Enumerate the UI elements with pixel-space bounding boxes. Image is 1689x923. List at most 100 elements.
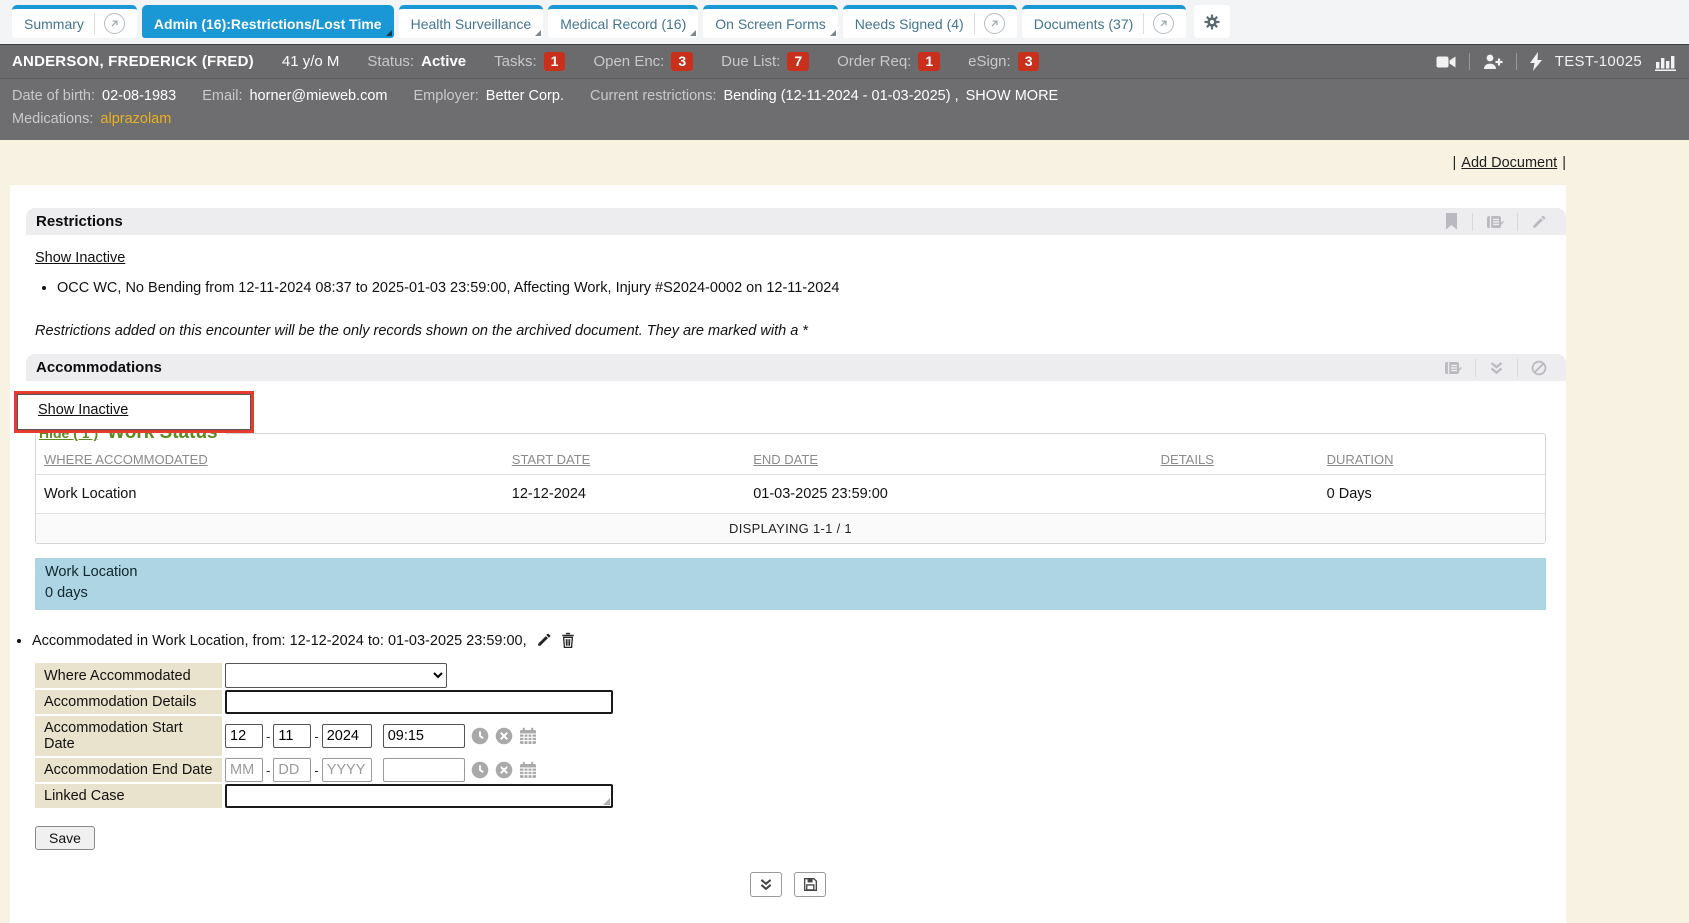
show-more-link[interactable]: SHOW MORE [966, 85, 1059, 108]
tab-medical-record[interactable]: Medical Record (16) [548, 5, 698, 38]
cell-details [1153, 475, 1319, 514]
open-enc-badge[interactable]: 3 [671, 52, 693, 71]
journal-icon[interactable] [1431, 360, 1475, 376]
end-year-input[interactable] [322, 758, 372, 782]
accommodation-details-label: Accommodation Details [35, 690, 222, 714]
tab-label: Summary [24, 16, 84, 32]
save-button[interactable]: Save [35, 826, 95, 850]
pencil-icon[interactable] [1518, 214, 1560, 230]
end-day-input[interactable] [273, 758, 311, 782]
patient-name: ANDERSON, FREDERICK (FRED) [12, 53, 254, 70]
accommodations-table: WHERE ACCOMMODATED START DATE END DATE D… [36, 444, 1545, 543]
patient-header: ANDERSON, FREDERICK (FRED) 41 y/o M Stat… [0, 44, 1689, 78]
start-time-input[interactable] [383, 724, 465, 748]
bottom-toolbar [10, 872, 1566, 897]
accommodations-show-inactive-link[interactable]: Show Inactive [38, 402, 128, 418]
end-time-input[interactable] [383, 758, 465, 782]
employer-field: Employer: Better Corp. [414, 85, 564, 108]
patient-info-line-2: Medications: alprazolam [12, 108, 1677, 131]
start-month-input[interactable] [225, 724, 263, 748]
add-document-link[interactable]: Add Document [1461, 155, 1557, 171]
start-date-controls: - - [225, 716, 537, 756]
edit-pencil-icon[interactable] [536, 632, 552, 648]
col-details[interactable]: DETAILS [1153, 444, 1319, 475]
calendar-icon[interactable] [519, 727, 537, 745]
tab-label: Needs Signed (4) [855, 16, 964, 32]
cell-start: 12-12-2024 [504, 475, 745, 514]
person-add-icon[interactable] [1483, 53, 1503, 70]
end-date-label: Accommodation End Date [35, 758, 222, 782]
patient-age-sex: 41 y/o M [282, 53, 340, 70]
order-req-badge[interactable]: 1 [918, 52, 940, 71]
where-accommodated-select[interactable] [225, 663, 447, 688]
dob-field: Date of birth: 02-08-1983 [12, 85, 176, 108]
annotation-highlight-box: Show Inactive [14, 391, 254, 433]
chevron-double-down-icon[interactable] [1476, 361, 1517, 375]
clear-circle-icon[interactable] [495, 761, 513, 779]
table-paging-status: DISPLAYING 1-1 / 1 [36, 514, 1545, 544]
restrictions-title: Restrictions [36, 213, 123, 230]
esign-badge[interactable]: 3 [1018, 52, 1040, 71]
where-accommodated-row: Where Accommodated [35, 663, 1566, 688]
tab-documents[interactable]: Documents (37) [1022, 5, 1187, 38]
where-accommodated-label: Where Accommodated [35, 663, 222, 688]
lightning-icon[interactable] [1530, 52, 1542, 71]
tab-label: Admin (16):Restrictions/Lost Time [154, 16, 382, 32]
bookmark-icon[interactable] [1431, 213, 1472, 230]
calendar-icon[interactable] [519, 761, 537, 779]
end-month-input[interactable] [225, 758, 263, 782]
tab-health-surveillance[interactable]: Health Surveillance [399, 5, 544, 38]
employer-value: Better Corp. [486, 85, 564, 108]
tab-needs-signed[interactable]: Needs Signed (4) [843, 5, 1017, 38]
tab-needs-signed-popout[interactable] [974, 13, 1005, 34]
tab-admin-restrictions[interactable]: Admin (16):Restrictions/Lost Time [142, 5, 394, 38]
patient-status: Status: Active [367, 53, 466, 70]
tab-summary[interactable]: Summary [12, 5, 137, 38]
end-date-controls: - - [225, 758, 537, 782]
content-card: Restrictions Show Inactive OCC WC, No Be… [10, 185, 1566, 923]
tab-bar: Summary Admin (16):Restrictions/Lost Tim… [0, 0, 1689, 44]
start-day-input[interactable] [273, 724, 311, 748]
video-camera-icon[interactable] [1436, 54, 1456, 70]
table-row[interactable]: Work Location 12-12-2024 01-03-2025 23:5… [36, 475, 1545, 514]
cell-end: 01-03-2025 23:59:00 [745, 475, 1152, 514]
clear-circle-icon[interactable] [495, 727, 513, 745]
trash-icon[interactable] [561, 632, 575, 648]
chevron-double-down-icon [759, 878, 773, 891]
counter-due-list: Due List: 7 [721, 52, 809, 71]
col-where-accommodated[interactable]: WHERE ACCOMMODATED [36, 444, 504, 475]
annotation-inner-border: Show Inactive [17, 394, 251, 430]
counter-open-enc: Open Enc: 3 [593, 52, 693, 71]
restrictions-section-header: Restrictions [26, 208, 1566, 235]
save-all-button[interactable] [794, 872, 826, 897]
col-start-date[interactable]: START DATE [504, 444, 745, 475]
medication-link[interactable]: alprazolam [100, 108, 171, 131]
tasks-badge[interactable]: 1 [544, 52, 566, 71]
block-icon[interactable] [1518, 360, 1560, 376]
work-status-group: Hide ( 1 ) Work Status WHERE ACCOMMODATE… [35, 422, 1546, 544]
journal-icon[interactable] [1473, 214, 1517, 230]
save-disk-icon [803, 877, 818, 892]
col-end-date[interactable]: END DATE [745, 444, 1152, 475]
counter-esign: eSign: 3 [968, 52, 1039, 71]
tab-summary-popout[interactable] [94, 13, 125, 34]
clock-icon[interactable] [471, 761, 489, 779]
clock-icon[interactable] [471, 727, 489, 745]
pipe-separator: | [1453, 155, 1457, 171]
tab-on-screen-forms[interactable]: On Screen Forms [703, 5, 837, 38]
bar-chart-icon[interactable] [1655, 53, 1677, 71]
counter-tasks: Tasks: 1 [494, 52, 565, 71]
linked-case-input[interactable] [225, 784, 613, 808]
accommodation-details-input[interactable] [225, 690, 613, 714]
col-duration[interactable]: DURATION [1319, 444, 1545, 475]
start-year-input[interactable] [322, 724, 372, 748]
restrictions-show-inactive-link[interactable]: Show Inactive [35, 250, 125, 266]
expand-all-button[interactable] [750, 872, 782, 897]
gear-icon [1203, 13, 1221, 31]
tab-documents-popout[interactable] [1143, 13, 1174, 34]
settings-button[interactable] [1194, 5, 1230, 38]
due-list-badge[interactable]: 7 [787, 52, 809, 71]
start-date-label: Accommodation Start Date [35, 716, 222, 756]
linked-case-row: Linked Case [35, 784, 1566, 808]
divider [1469, 53, 1470, 70]
